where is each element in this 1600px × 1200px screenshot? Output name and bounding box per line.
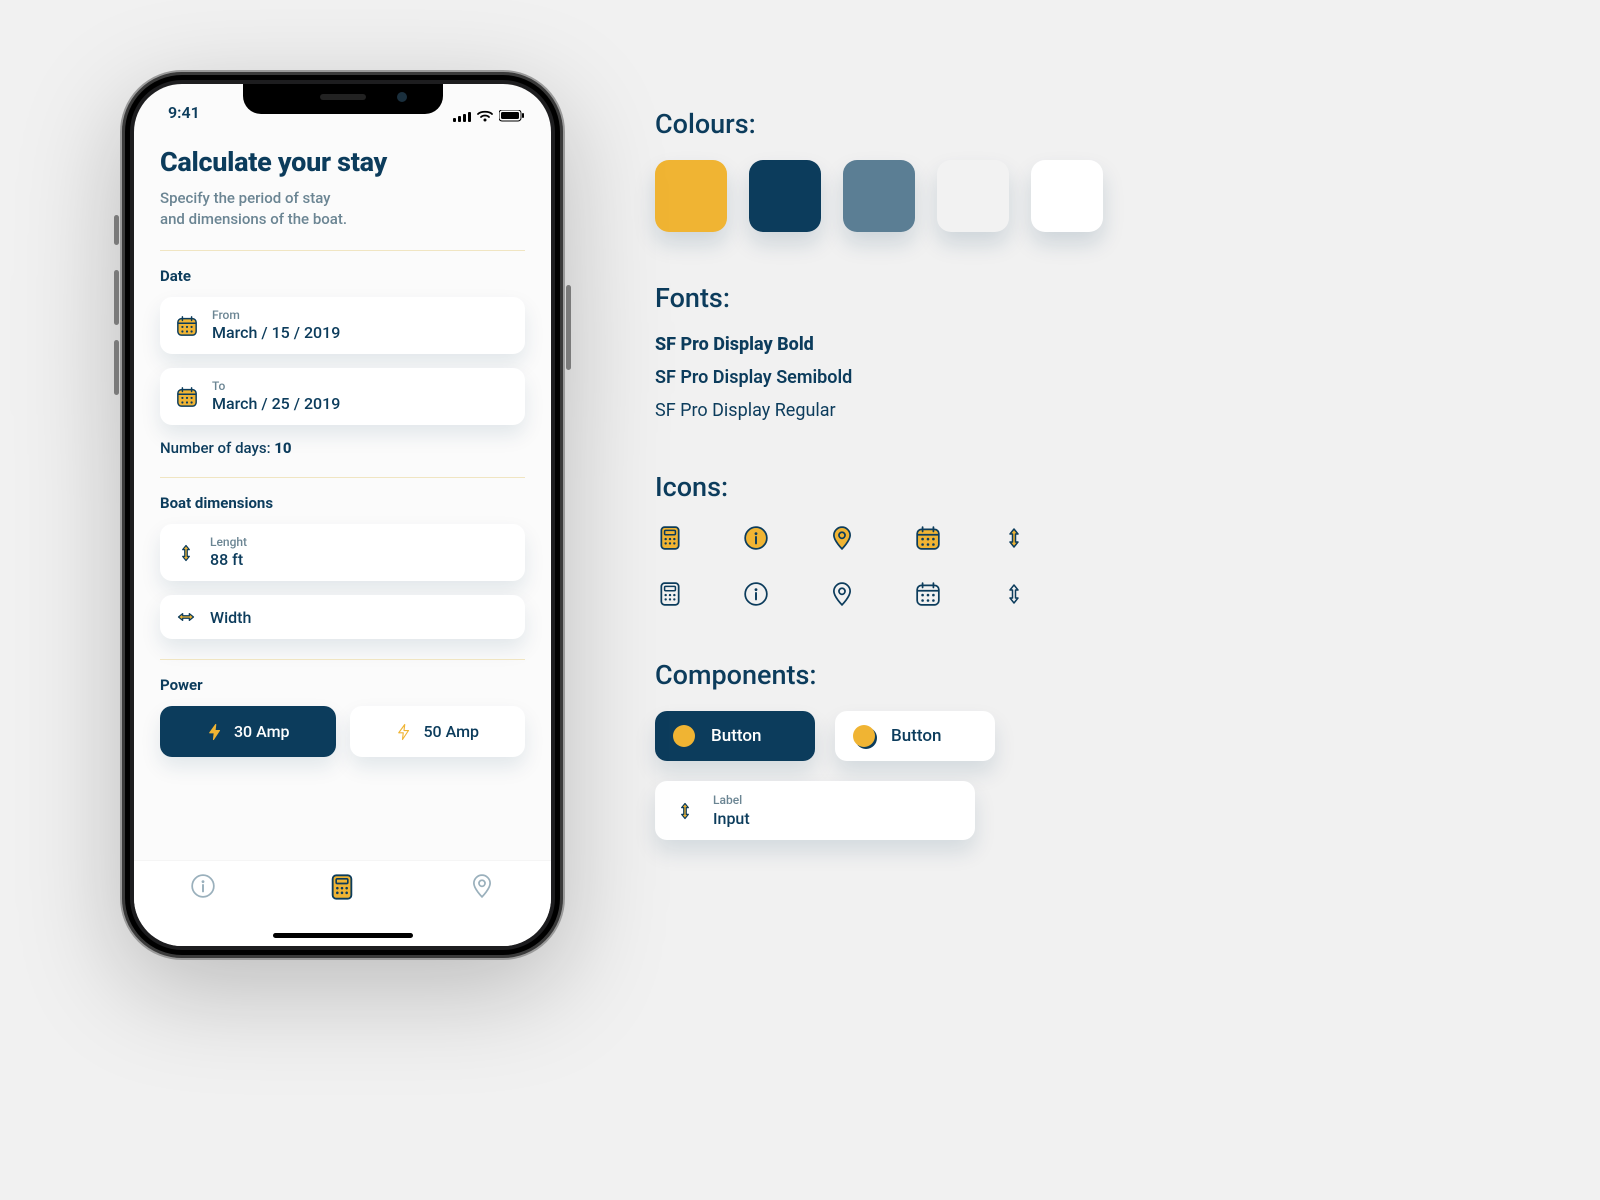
colour-swatch-white: [1031, 160, 1103, 232]
power-option-50amp[interactable]: 50 Amp: [350, 706, 526, 757]
section-label-date: Date: [160, 267, 525, 285]
colour-swatches: [655, 160, 1215, 232]
date-from-value: March / 15 / 2019: [212, 323, 340, 342]
home-indicator: [273, 933, 413, 938]
font-semibold: SF Pro Display Semibold: [655, 367, 1215, 388]
font-regular: SF Pro Display Regular: [655, 400, 1215, 421]
divider: [160, 477, 525, 478]
arrows-vertical-icon: [1002, 526, 1026, 550]
battery-icon: [499, 110, 525, 122]
component-input[interactable]: Label Input: [655, 781, 975, 840]
arrows-horizontal-icon: [176, 607, 196, 627]
colours-heading: Colours:: [655, 108, 1215, 140]
divider: [160, 659, 525, 660]
status-time: 9:41: [168, 103, 200, 122]
components-heading: Components:: [655, 659, 1215, 691]
arrows-vertical-icon: [1002, 582, 1026, 606]
arrows-vertical-icon: [675, 801, 695, 821]
icon-grid: [655, 523, 1215, 609]
calculator-icon: [657, 525, 683, 551]
page-title: Calculate your stay: [160, 146, 525, 178]
bolt-icon: [206, 723, 224, 741]
component-button-secondary[interactable]: Button: [835, 711, 995, 761]
power-option-30amp[interactable]: 30 Amp: [160, 706, 336, 757]
dot-icon: [853, 725, 875, 747]
fonts-heading: Fonts:: [655, 282, 1215, 314]
length-input[interactable]: Lenght 88 ft: [160, 524, 525, 581]
date-to-value: March / 25 / 2019: [212, 394, 340, 413]
width-input[interactable]: Width: [160, 595, 525, 639]
component-input-value: Input: [713, 809, 750, 828]
component-input-label: Label: [713, 793, 750, 807]
arrows-vertical-icon: [176, 543, 196, 563]
tab-calculator[interactable]: [328, 873, 356, 901]
calendar-icon: [176, 386, 198, 408]
colour-swatch-grey: [937, 160, 1009, 232]
wifi-icon: [477, 110, 493, 122]
font-bold: SF Pro Display Bold: [655, 334, 1215, 355]
date-from-label: From: [212, 309, 340, 321]
pin-icon: [829, 581, 855, 607]
tab-bar: [134, 860, 551, 946]
date-to-label: To: [212, 380, 340, 392]
bolt-icon: [395, 723, 413, 741]
calendar-icon: [176, 315, 198, 337]
width-placeholder: Width: [210, 608, 251, 627]
length-value: 88 ft: [210, 550, 247, 569]
info-icon: [190, 873, 216, 899]
section-label-dimensions: Boat dimensions: [160, 494, 525, 512]
tab-location[interactable]: [469, 873, 495, 899]
length-label: Lenght: [210, 536, 247, 548]
calculator-icon: [657, 581, 683, 607]
icons-heading: Icons:: [655, 471, 1215, 503]
pin-icon: [469, 873, 495, 899]
date-from-input[interactable]: From March / 15 / 2019: [160, 297, 525, 354]
style-guide: Colours: Fonts: SF Pro Display Bold SF P…: [655, 80, 1215, 1120]
date-to-input[interactable]: To March / 25 / 2019: [160, 368, 525, 425]
calendar-icon: [915, 581, 941, 607]
calendar-icon: [915, 525, 941, 551]
dot-icon: [673, 725, 695, 747]
colour-swatch-navy: [749, 160, 821, 232]
section-label-power: Power: [160, 676, 525, 694]
phone-notch: [243, 84, 443, 114]
colour-swatch-slate: [843, 160, 915, 232]
component-button-primary[interactable]: Button: [655, 711, 815, 761]
info-icon: [743, 581, 769, 607]
days-count: Number of days: 10: [160, 439, 525, 457]
colour-swatch-yellow: [655, 160, 727, 232]
signal-icon: [453, 110, 471, 122]
pin-icon: [829, 525, 855, 551]
page-subtitle: Specify the period of stay and dimension…: [160, 188, 525, 230]
divider: [160, 250, 525, 251]
calculator-icon: [328, 873, 356, 901]
tab-info[interactable]: [190, 873, 216, 899]
phone-frame: 9:41 Calculate your stay Specify the per…: [120, 70, 565, 960]
info-icon: [743, 525, 769, 551]
